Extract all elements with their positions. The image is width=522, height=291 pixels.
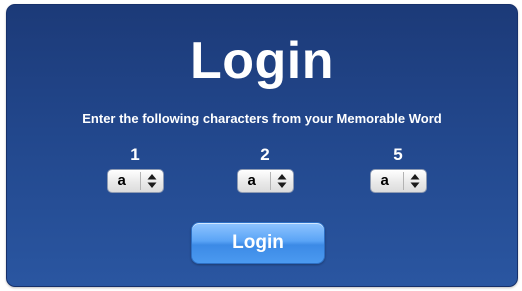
character-select-2[interactable]: a bbox=[236, 169, 294, 193]
character-position-label: 2 bbox=[260, 145, 270, 164]
select-divider bbox=[139, 172, 141, 190]
character-position-label: 1 bbox=[130, 145, 140, 164]
character-selector-1: 1 a bbox=[105, 145, 165, 193]
select-divider bbox=[269, 172, 271, 190]
selected-character: a bbox=[380, 172, 389, 189]
updown-arrows-icon bbox=[147, 174, 156, 188]
updown-arrows-icon bbox=[410, 174, 419, 188]
character-position-label: 5 bbox=[393, 145, 403, 164]
selected-character: a bbox=[117, 172, 126, 189]
login-button[interactable]: Login bbox=[191, 222, 325, 264]
page-title: Login bbox=[189, 32, 334, 90]
character-selector-2: 2 a bbox=[235, 145, 295, 193]
character-select-5[interactable]: a bbox=[369, 169, 427, 193]
select-divider bbox=[402, 172, 404, 190]
login-panel: Login Enter the following characters fro… bbox=[6, 4, 518, 287]
memorable-word-instruction: Enter the following characters from your… bbox=[82, 111, 442, 126]
selected-character: a bbox=[247, 172, 256, 189]
character-selector-5: 5 a bbox=[368, 145, 428, 193]
updown-arrows-icon bbox=[277, 174, 286, 188]
character-select-1[interactable]: a bbox=[106, 169, 164, 193]
